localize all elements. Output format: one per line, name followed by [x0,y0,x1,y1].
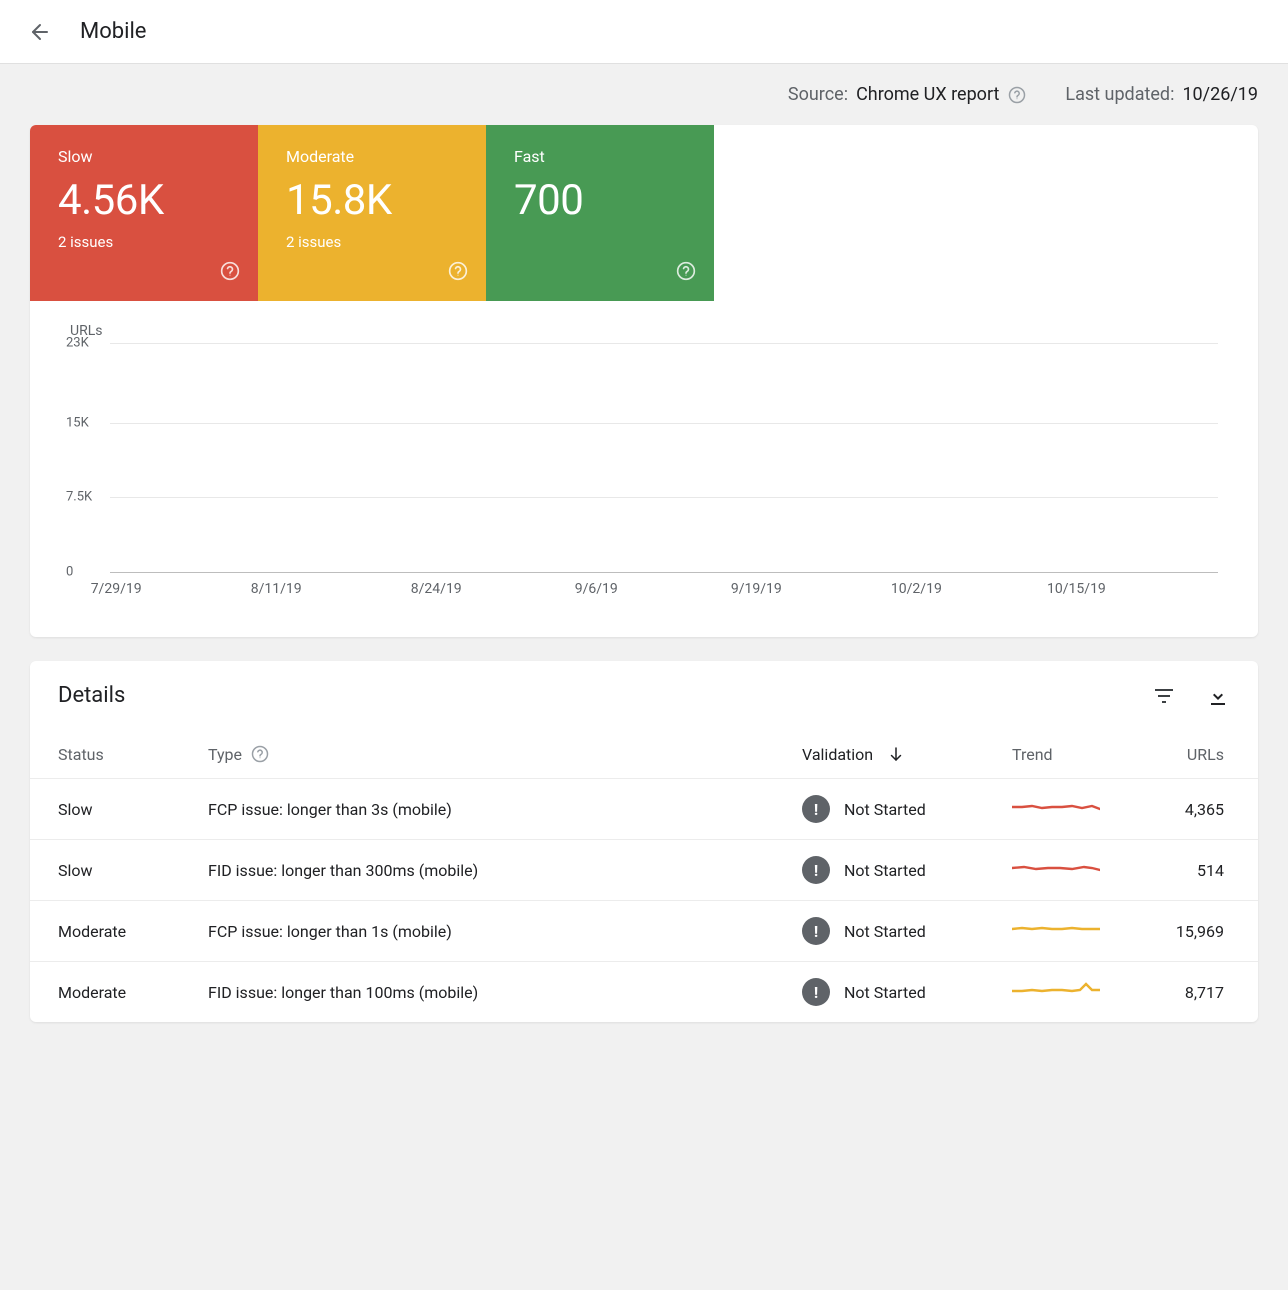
row-status: Moderate [30,962,180,1023]
trend-sparkline [1012,856,1100,880]
filter-button[interactable] [1152,684,1176,708]
x-axis: 7/29/198/11/198/24/199/6/199/19/1910/2/1… [110,581,1218,603]
y-tick-label: 15K [66,415,89,430]
y-tick-label: 0 [66,565,73,580]
row-type: FID issue: longer than 300ms (mobile) [180,840,774,901]
help-icon[interactable] [676,261,696,285]
status-card-moderate[interactable]: Moderate 15.8K 2 issues [258,125,486,301]
x-tick-label: 7/29/19 [91,581,142,597]
source-label: Source: [788,84,848,105]
col-validation[interactable]: Validation [774,730,984,779]
details-title: Details [58,683,125,708]
x-tick-label: 9/19/19 [731,581,782,597]
details-card: Details Status Type [30,661,1258,1022]
status-value: 4.56K [58,176,230,225]
filter-icon [1152,684,1176,708]
row-status: Slow [30,840,180,901]
status-label: Moderate [286,147,458,166]
chart-bars [110,343,1218,572]
grid-line [110,497,1218,498]
back-button[interactable] [16,8,64,56]
row-status: Moderate [30,901,180,962]
col-urls[interactable]: URLs [1128,730,1258,779]
status-label: Slow [58,147,230,166]
help-icon[interactable] [1007,85,1027,105]
row-type: FID issue: longer than 100ms (mobile) [180,962,774,1023]
row-urls: 8,717 [1128,962,1258,1023]
help-icon[interactable] [220,261,240,285]
x-tick-label: 10/15/19 [1047,581,1106,597]
x-tick-label: 10/2/19 [891,581,942,597]
row-trend [984,962,1128,1023]
status-issues: 2 issues [58,233,230,251]
row-validation: !Not Started [774,901,984,962]
col-status[interactable]: Status [30,730,180,779]
arrow-left-icon [28,20,52,44]
row-urls: 4,365 [1128,779,1258,840]
table-row[interactable]: SlowFCP issue: longer than 3s (mobile)!N… [30,779,1258,840]
updated-label: Last updated: [1065,84,1174,105]
col-type[interactable]: Type [180,730,774,779]
row-urls: 15,969 [1128,901,1258,962]
x-tick-label: 8/11/19 [251,581,302,597]
updated-value: 10/26/19 [1182,84,1258,105]
page-title: Mobile [80,19,146,44]
table-row[interactable]: ModerateFCP issue: longer than 1s (mobil… [30,901,1258,962]
status-value: 700 [514,176,686,225]
y-tick-label: 7.5K [66,490,92,505]
y-tick-label: 23K [66,336,89,351]
row-type: FCP issue: longer than 1s (mobile) [180,901,774,962]
help-icon[interactable] [250,744,270,764]
table-row[interactable]: SlowFID issue: longer than 300ms (mobile… [30,840,1258,901]
source-value: Chrome UX report [856,84,999,105]
details-table: Status Type Validation [30,730,1258,1022]
row-trend [984,901,1128,962]
help-icon[interactable] [448,261,468,285]
row-validation: !Not Started [774,962,984,1023]
x-tick-label: 8/24/19 [411,581,462,597]
row-trend [984,840,1128,901]
row-urls: 514 [1128,840,1258,901]
status-row: Slow 4.56K 2 issues Moderate 15.8K 2 iss… [30,125,1258,301]
y-axis-label: URLs [70,323,1218,339]
table-row[interactable]: ModerateFID issue: longer than 100ms (mo… [30,962,1258,1023]
grid-line [110,343,1218,344]
status-issues: 2 issues [286,233,458,251]
download-button[interactable] [1206,684,1230,708]
row-type: FCP issue: longer than 3s (mobile) [180,779,774,840]
download-icon [1206,684,1230,708]
grid-line [110,423,1218,424]
row-validation: !Not Started [774,779,984,840]
arrow-down-icon [887,745,905,763]
overview-card: Slow 4.56K 2 issues Moderate 15.8K 2 iss… [30,125,1258,637]
row-validation: !Not Started [774,840,984,901]
x-tick-label: 9/6/19 [575,581,618,597]
trend-sparkline [1012,795,1100,819]
trend-sparkline [1012,917,1100,941]
not-started-icon: ! [802,856,830,884]
not-started-icon: ! [802,978,830,1006]
status-card-slow[interactable]: Slow 4.56K 2 issues [30,125,258,301]
row-trend [984,779,1128,840]
not-started-icon: ! [802,795,830,823]
not-started-icon: ! [802,917,830,945]
topbar: Mobile [0,0,1288,64]
col-trend[interactable]: Trend [984,730,1128,779]
status-value: 15.8K [286,176,458,225]
status-label: Fast [514,147,686,166]
status-card-fast[interactable]: Fast 700 [486,125,714,301]
row-status: Slow [30,779,180,840]
trend-sparkline [1012,978,1100,1002]
chart: URLs 0 7.5K 15K 23K 7/29/19 8/11/19 8/24/19 9/… [30,301,1258,637]
metabar: Source: Chrome UX report Last updated: 1… [0,64,1288,125]
